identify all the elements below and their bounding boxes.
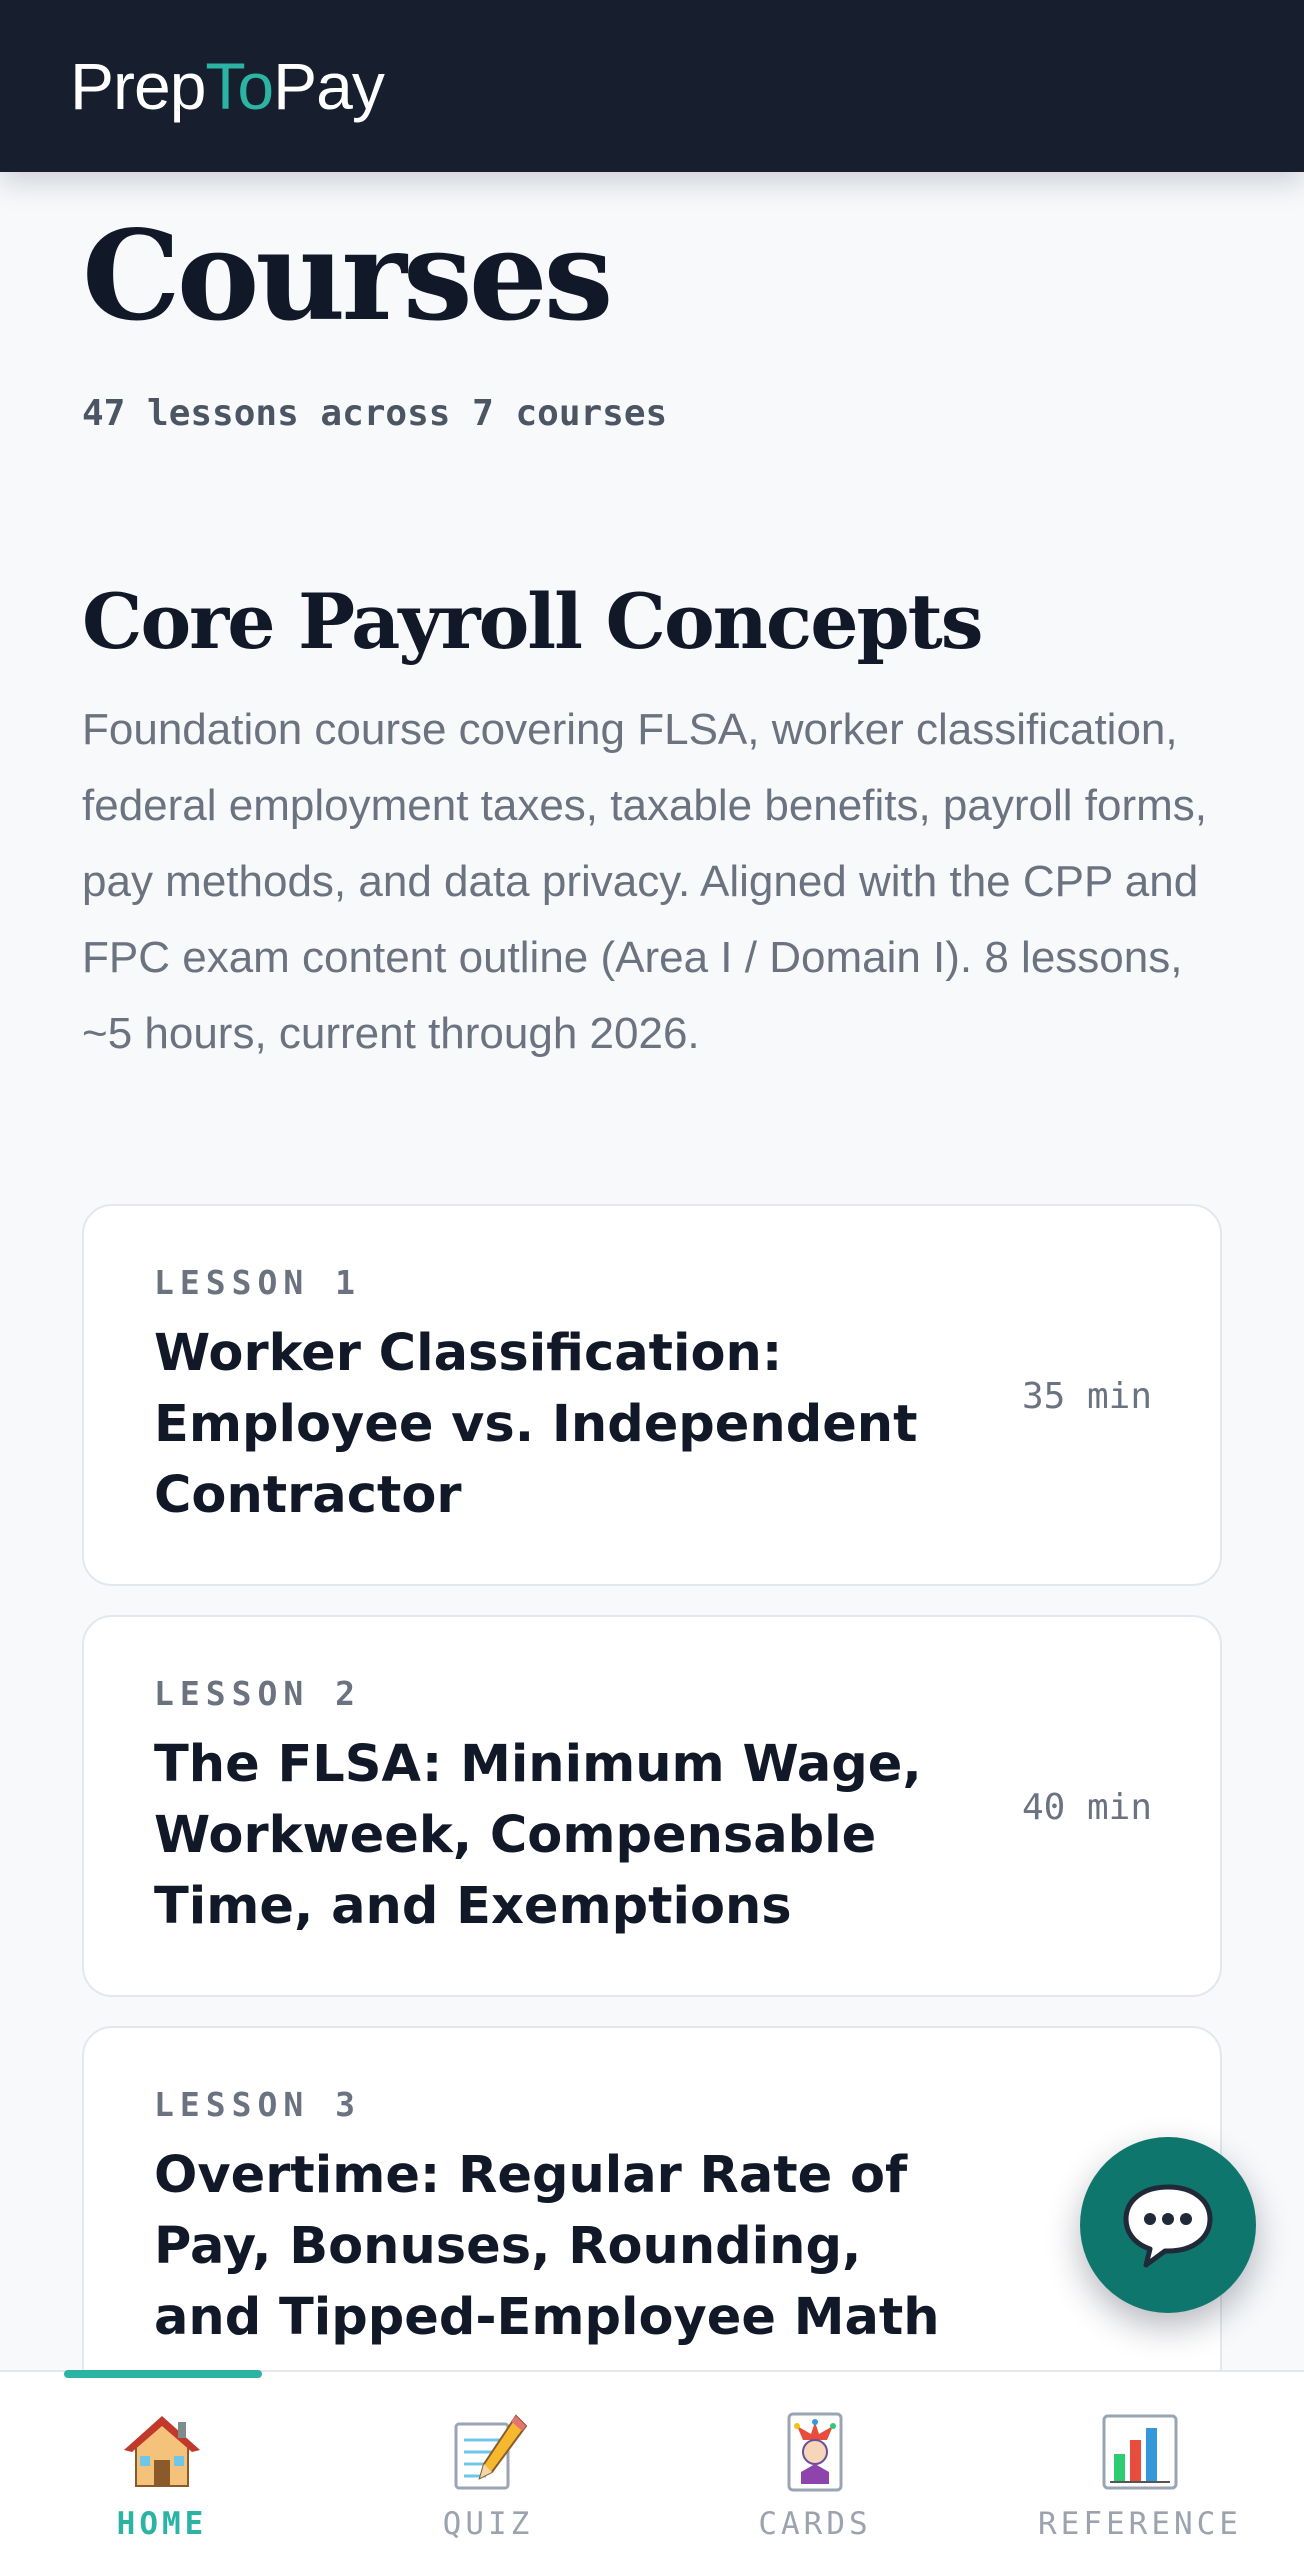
- chat-bubble-icon: [1123, 2184, 1213, 2268]
- nav-reference[interactable]: REFERENCE: [990, 2410, 1290, 2550]
- preptopay-logo[interactable]: PrepToPay: [70, 46, 385, 126]
- nav-label-home: HOME: [116, 2506, 208, 2542]
- page-title: Courses: [82, 204, 613, 349]
- logo-prep: Prep: [70, 49, 206, 123]
- lesson-card-3[interactable]: LESSON 3 Overtime: Regular Rate of Pay, …: [82, 2026, 1222, 2372]
- memo-pencil-icon: [454, 2414, 528, 2490]
- courses-content: Courses 47 lessons across 7 courses Core…: [82, 172, 1222, 2372]
- lesson-title: The FLSA: Minimum Wage, Workweek, Compen…: [154, 1735, 922, 1936]
- lesson-duration: 40 min: [1021, 1787, 1152, 1828]
- bottom-navigation: HOME QUIZ CARDS REFERENCE: [0, 2370, 1304, 2560]
- nav-label-reference: REFERENCE: [1038, 2506, 1242, 2542]
- page-subtitle: 47 lessons across 7 courses: [82, 393, 668, 434]
- top-app-bar: PrepToPay: [0, 0, 1304, 172]
- course-description: Foundation course covering FLSA, worker …: [82, 705, 1207, 1058]
- lesson-label: LESSON 1: [154, 1263, 361, 1302]
- nav-home[interactable]: HOME: [12, 2410, 312, 2550]
- nav-quiz[interactable]: QUIZ: [338, 2410, 638, 2550]
- course-title: Core Payroll Concepts: [82, 577, 984, 666]
- lesson-title: Overtime: Regular Rate of Pay, Bonuses, …: [154, 2146, 940, 2347]
- logo-pay: Pay: [273, 49, 385, 123]
- lesson-label: LESSON 2: [154, 1674, 361, 1713]
- active-tab-indicator: [64, 2370, 262, 2378]
- lesson-label: LESSON 3: [154, 2085, 361, 2124]
- nav-label-quiz: QUIZ: [442, 2506, 534, 2542]
- joker-card-icon: [787, 2412, 843, 2492]
- lesson-card-1[interactable]: LESSON 1 Worker Classification: Employee…: [82, 1204, 1222, 1586]
- nav-cards[interactable]: CARDS: [665, 2410, 965, 2550]
- logo-to: To: [205, 49, 274, 123]
- lesson-card-2[interactable]: LESSON 2 The FLSA: Minimum Wage, Workwee…: [82, 1615, 1222, 1997]
- chat-fab-button[interactable]: [1080, 2137, 1256, 2313]
- bar-chart-icon: [1102, 2414, 1178, 2490]
- lesson-duration: 35 min: [1021, 1376, 1152, 1417]
- nav-label-cards: CARDS: [758, 2506, 872, 2542]
- lesson-title: Worker Classification: Employee vs. Inde…: [154, 1324, 918, 1525]
- house-icon: [124, 2416, 200, 2487]
